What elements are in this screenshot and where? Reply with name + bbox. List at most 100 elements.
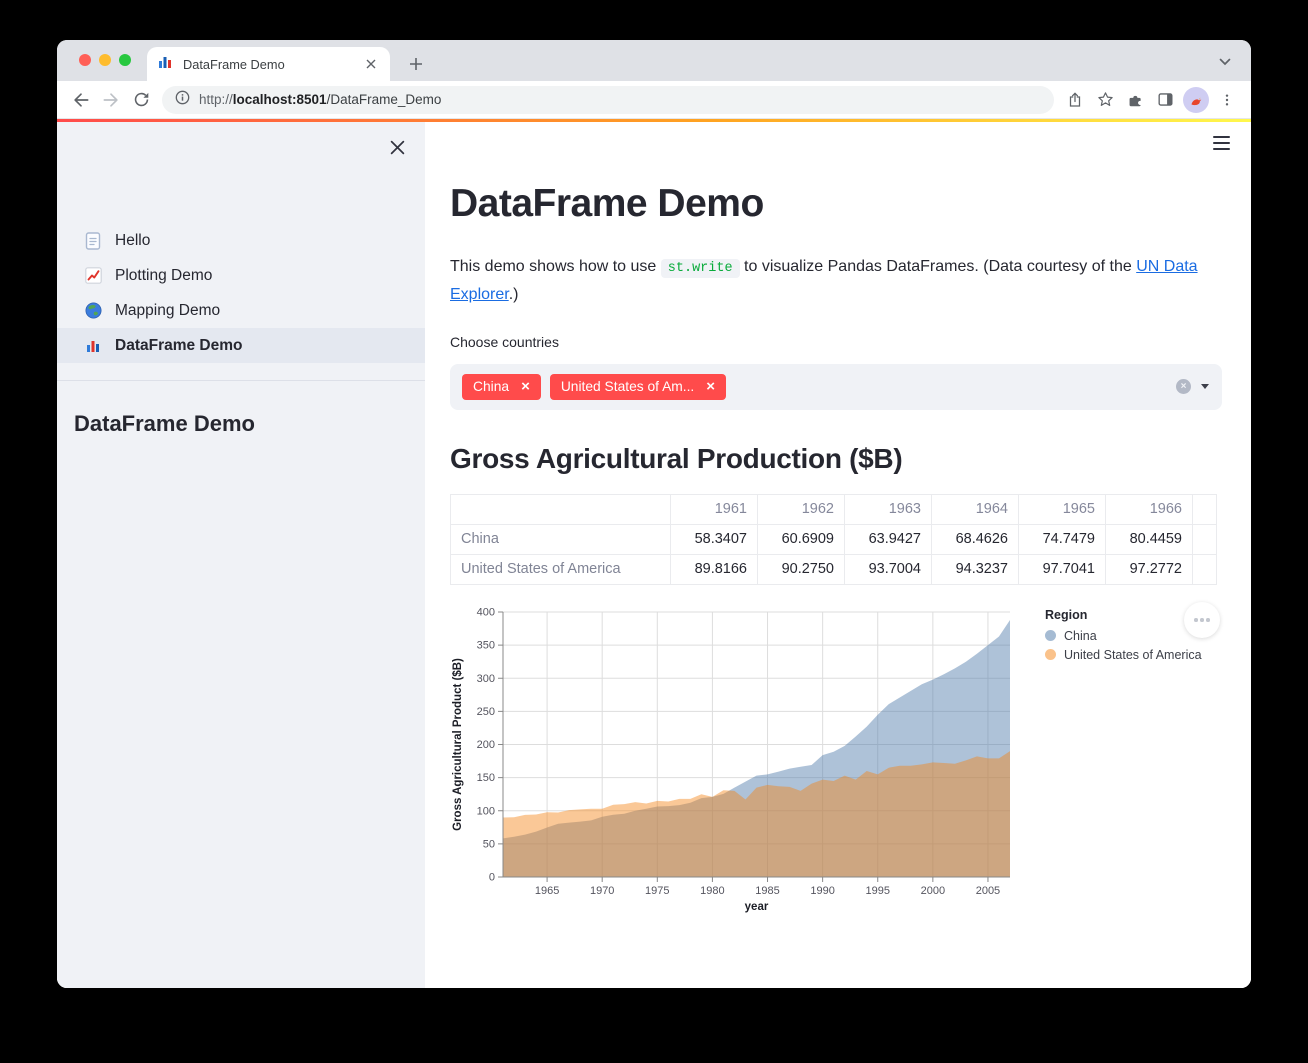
close-window-button[interactable]	[79, 54, 91, 66]
sidebar-item-hello[interactable]: Hello	[57, 223, 425, 258]
intro-text: .)	[508, 285, 519, 303]
table-cell: 68.4626	[931, 523, 1019, 555]
url-bar[interactable]: http://localhost:8501/DataFrame_Demo	[162, 85, 1054, 114]
table-cell-clipped	[1192, 553, 1217, 585]
browser-tab[interactable]: DataFrame Demo	[147, 47, 390, 81]
multiselect-controls: ×	[1176, 364, 1209, 410]
selected-option-pill-china: China ×	[462, 373, 541, 400]
svg-text:250: 250	[477, 706, 495, 718]
inline-code: st.write	[660, 258, 740, 278]
sidebar-heading: DataFrame Demo	[74, 411, 255, 436]
svg-text:1990: 1990	[810, 885, 834, 897]
table-header-cell-clipped	[1192, 493, 1217, 525]
table-cell: 80.4459	[1105, 523, 1193, 555]
svg-text:200: 200	[477, 739, 495, 751]
new-tab-button[interactable]	[402, 50, 430, 78]
browser-menu-kebab-icon[interactable]	[1212, 85, 1242, 115]
sidebar-item-label: Mapping Demo	[115, 301, 221, 319]
sidebar-close-icon[interactable]	[384, 134, 410, 160]
table-cell-clipped	[1192, 523, 1217, 555]
chart-options-ellipsis-icon[interactable]	[1184, 601, 1220, 638]
country-multiselect[interactable]: China × United States of Am... × ×	[450, 363, 1222, 410]
table-header-cell: 1964	[931, 493, 1019, 525]
sidebar-item-plotting-demo[interactable]: Plotting Demo	[57, 258, 425, 293]
decoration-gradient-bar	[57, 119, 1251, 122]
area-chart: 1965 1970 1975 1980 1985 1990 1995 2000 2005 0 50 1…	[450, 596, 1222, 916]
legend-swatch-usa	[1045, 649, 1056, 661]
line-chart-icon	[84, 267, 102, 285]
streamlit-app: Hello Plotting Demo Mapping Demo DataFra…	[57, 119, 1251, 988]
side-panel-icon[interactable]	[1150, 85, 1180, 115]
table-cell: 63.9427	[844, 523, 932, 555]
legend-label: United States of America	[1064, 647, 1202, 662]
sidebar-item-mapping-demo[interactable]: Mapping Demo	[57, 293, 425, 328]
svg-text:1970: 1970	[590, 885, 614, 897]
table-header-cell: 1962	[757, 493, 845, 525]
url-text: http://localhost:8501/DataFrame_Demo	[199, 92, 442, 107]
sidebar-item-dataframe-demo[interactable]: DataFrame Demo	[57, 328, 425, 363]
table-header-row: 1961 1962 1963 1964 1965 1966	[450, 493, 1217, 525]
share-icon[interactable]	[1060, 85, 1090, 115]
clear-all-icon[interactable]: ×	[1176, 379, 1191, 395]
table-header-cell: 1966	[1105, 493, 1193, 525]
selected-option-pill-usa: United States of Am... ×	[549, 373, 727, 400]
svg-text:350: 350	[477, 639, 495, 651]
svg-text:300: 300	[477, 673, 495, 685]
svg-text:2000: 2000	[921, 885, 945, 897]
table-cell: 94.3237	[931, 553, 1019, 585]
document-icon	[84, 231, 102, 250]
sidebar-nav: Hello Plotting Demo Mapping Demo DataFra…	[57, 223, 425, 363]
forward-button[interactable]	[96, 85, 126, 115]
minimize-window-button[interactable]	[99, 54, 111, 66]
legend-label: China	[1064, 628, 1097, 643]
tab-strip: DataFrame Demo	[57, 40, 1251, 81]
sidebar-item-label: Plotting Demo	[115, 266, 213, 284]
svg-text:Gross Agricultural Product ($B: Gross Agricultural Product ($B)	[452, 658, 464, 831]
pill-label: China	[473, 379, 510, 395]
extensions-puzzle-icon[interactable]	[1120, 85, 1150, 115]
sidebar: Hello Plotting Demo Mapping Demo DataFra…	[57, 119, 425, 988]
legend-title: Region	[1045, 607, 1088, 622]
table-header-cell: 1961	[670, 493, 758, 525]
multiselect-label: Choose countries	[450, 333, 559, 350]
site-info-icon[interactable]	[175, 90, 190, 110]
zoom-window-button[interactable]	[119, 54, 131, 66]
sidebar-item-label: Hello	[115, 231, 151, 249]
chart-canvas[interactable]: 1965 1970 1975 1980 1985 1990 1995 2000 2005 0 50 1…	[450, 596, 1025, 916]
table-cell: 90.2750	[757, 553, 845, 585]
tab-search-chevron-icon[interactable]	[1214, 51, 1236, 73]
browser-toolbar: http://localhost:8501/DataFrame_Demo	[57, 81, 1251, 119]
reload-button[interactable]	[126, 85, 156, 115]
svg-text:year: year	[745, 901, 769, 913]
remove-option-icon[interactable]: ×	[521, 379, 530, 394]
legend-item-usa: United States of America	[1045, 648, 1202, 662]
bookmark-star-icon[interactable]	[1090, 85, 1120, 115]
section-title: Gross Agricultural Production ($B)	[450, 442, 903, 474]
table-cell: 89.8166	[670, 553, 758, 585]
svg-text:2005: 2005	[976, 885, 1000, 897]
window-controls	[79, 54, 131, 66]
main-menu-icon[interactable]	[1210, 134, 1232, 152]
svg-text:100: 100	[477, 805, 495, 817]
globe-icon	[84, 302, 102, 320]
pill-label: United States of Am...	[560, 379, 695, 395]
tab-title: DataFrame Demo	[183, 56, 285, 72]
page-title: DataFrame Demo	[450, 182, 764, 225]
svg-text:1975: 1975	[645, 885, 669, 897]
table-header-cell: 1965	[1018, 493, 1106, 525]
svg-text:1995: 1995	[865, 885, 889, 897]
back-button[interactable]	[66, 85, 96, 115]
svg-text:400: 400	[477, 606, 495, 618]
table-cell: 97.2772	[1105, 553, 1193, 585]
remove-option-icon[interactable]: ×	[706, 379, 715, 394]
legend-item-china: China	[1045, 629, 1202, 643]
intro-paragraph: This demo shows how to use st.write to v…	[450, 253, 1222, 309]
table-cell: 74.7479	[1018, 523, 1106, 555]
row-label-cell: United States of America	[450, 553, 671, 585]
browser-window: DataFrame Demo http://localhost:8501/Dat…	[57, 40, 1251, 988]
table-header-cell	[450, 493, 671, 525]
profile-avatar[interactable]	[1183, 86, 1209, 113]
tab-close-icon[interactable]	[362, 55, 380, 73]
main-panel: DataFrame Demo This demo shows how to us…	[425, 119, 1251, 988]
dropdown-caret-icon[interactable]	[1201, 384, 1209, 390]
